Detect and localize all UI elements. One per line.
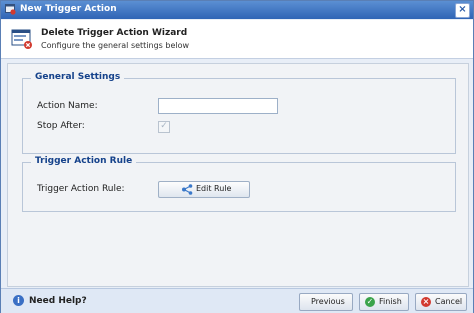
window-title: New Trigger Action	[20, 4, 117, 14]
cancel-label: Cancel	[435, 297, 463, 306]
wizard-footer: i Need Help? Previous ✓ Finish × Cancel	[1, 288, 473, 313]
trigger-action-icon	[5, 4, 16, 15]
cancel-icon: ×	[421, 297, 431, 307]
need-help-link[interactable]: Need Help?	[29, 296, 87, 306]
trigger-action-rule-label: Trigger Action Rule:	[37, 184, 125, 194]
stop-after-label: Stop After:	[37, 121, 85, 131]
wizard-body: General Settings Action Name: Stop After…	[7, 63, 469, 287]
check-icon: ✓	[365, 297, 375, 307]
general-settings-group: General Settings Action Name: Stop After…	[22, 72, 456, 154]
finish-button[interactable]: ✓ Finish	[359, 293, 409, 311]
trigger-action-rule-group: Trigger Action Rule Trigger Action Rule:…	[22, 156, 456, 212]
dialog-window: New Trigger Action × Delete Trigger Acti…	[0, 0, 474, 313]
cancel-button[interactable]: × Cancel	[415, 293, 467, 311]
previous-label: Previous	[311, 297, 345, 306]
action-name-label: Action Name:	[37, 101, 98, 111]
trigger-action-rule-legend: Trigger Action Rule	[31, 156, 137, 166]
close-button[interactable]: ×	[455, 3, 470, 18]
info-icon[interactable]: i	[13, 295, 24, 306]
action-name-input[interactable]	[158, 98, 278, 114]
wizard-icon	[11, 29, 32, 49]
edit-rule-label: Edit Rule	[196, 184, 232, 193]
wizard-title: Delete Trigger Action Wizard	[41, 28, 188, 38]
previous-button[interactable]: Previous	[299, 293, 353, 311]
wizard-header: Delete Trigger Action Wizard Configure t…	[1, 20, 473, 59]
finish-label: Finish	[379, 297, 402, 306]
share-icon	[182, 184, 193, 195]
wizard-subtitle: Configure the general settings below	[41, 41, 190, 50]
general-settings-legend: General Settings	[31, 72, 125, 82]
edit-rule-button[interactable]: Edit Rule	[158, 181, 250, 198]
title-bar[interactable]: New Trigger Action ×	[1, 1, 473, 19]
stop-after-checkbox[interactable]: ✓	[158, 121, 170, 133]
